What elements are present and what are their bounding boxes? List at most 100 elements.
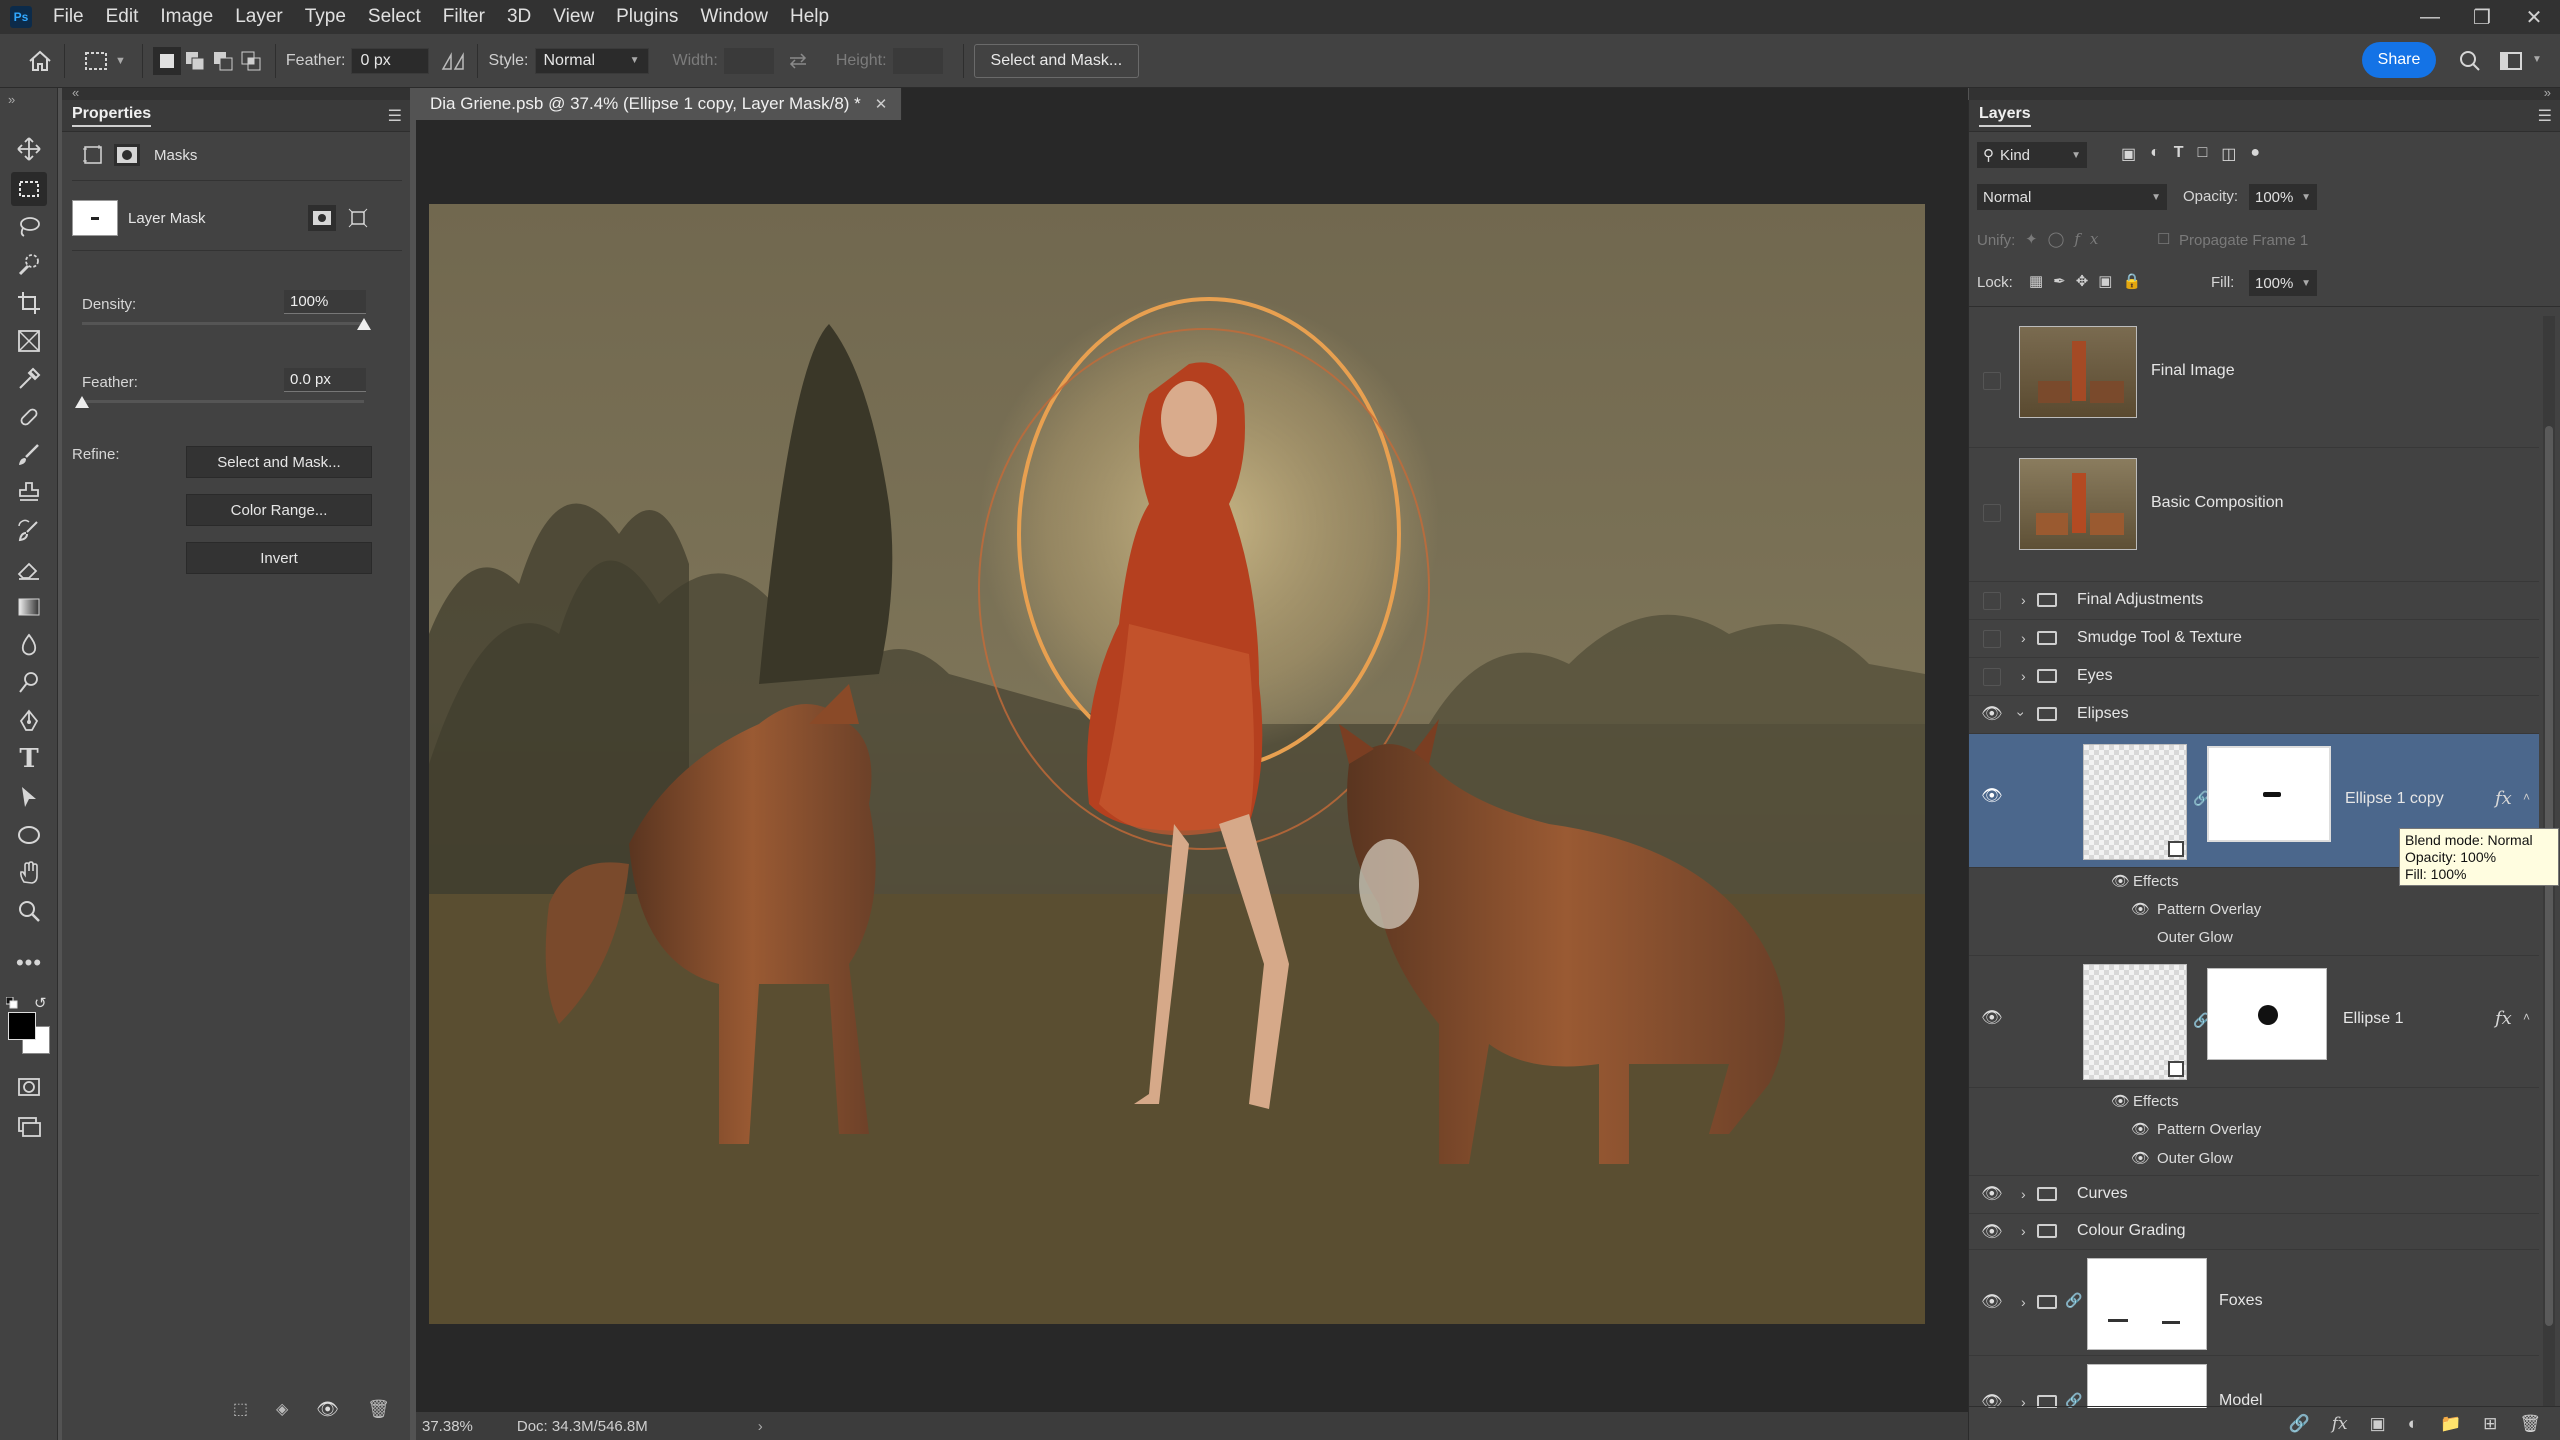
eye-icon[interactable]: 👁 (2131, 900, 2150, 918)
visibility-toggle[interactable] (1983, 372, 2001, 390)
document-tab[interactable]: Dia Griene.psb @ 37.4% (Ellipse 1 copy, … (416, 88, 903, 120)
eye-icon[interactable]: 👁 (1981, 1184, 2003, 1206)
menu-file[interactable]: File (42, 0, 95, 34)
layer-mask-thumbnail[interactable] (2087, 1258, 2207, 1350)
fx-icon[interactable]: fx (2495, 788, 2512, 809)
history-brush-icon[interactable] (11, 514, 47, 548)
anti-alias-icon[interactable] (439, 47, 467, 75)
menu-image[interactable]: Image (149, 0, 224, 34)
subtract-selection-icon[interactable] (209, 47, 237, 75)
restore-icon[interactable]: ❐ (2456, 0, 2508, 34)
pen-icon[interactable] (11, 704, 47, 738)
menu-select[interactable]: Select (357, 0, 432, 34)
density-slider-track[interactable] (82, 322, 364, 325)
menu-type[interactable]: Type (294, 0, 357, 34)
outer-glow-effect[interactable]: Outer Glow (2157, 929, 2233, 946)
group-eyes[interactable]: › Eyes (1969, 658, 2539, 696)
search-icon[interactable] (2456, 47, 2484, 75)
foreground-color-swatch[interactable] (8, 1012, 36, 1040)
group-foxes[interactable]: 👁 › 🔗 Foxes (1969, 1250, 2539, 1356)
density-input[interactable]: 100% (284, 290, 366, 314)
group-curves[interactable]: 👁 › Curves (1969, 1176, 2539, 1214)
outer-glow-effect[interactable]: Outer Glow (2157, 1150, 2233, 1167)
doc-size[interactable]: Doc: 34.3M/546.8M (517, 1418, 648, 1435)
group-elipses[interactable]: 👁 › Elipses (1969, 696, 2539, 734)
healing-brush-icon[interactable] (11, 400, 47, 434)
layer-final-image[interactable]: Final Image (1969, 316, 2539, 448)
marquee-preset-icon[interactable] (83, 47, 111, 75)
trash-icon[interactable]: 🗑 (367, 1399, 390, 1420)
new-selection-icon[interactable] (152, 46, 181, 75)
zoom-icon[interactable] (11, 894, 47, 928)
layers-title[interactable]: Layers (1979, 105, 2031, 127)
workspace-icon[interactable] (2498, 47, 2526, 75)
chevron-right-icon[interactable]: › (2021, 592, 2026, 608)
chevron-right-icon[interactable]: › (2021, 1294, 2026, 1310)
blur-icon[interactable] (11, 628, 47, 662)
add-style-icon[interactable]: fx (2332, 1414, 2348, 1434)
group-model[interactable]: 👁 › 🔗 Model (1969, 1356, 2539, 1408)
document-image[interactable] (429, 204, 1925, 1324)
opacity-input[interactable]: 100% ▼ (2249, 184, 2317, 210)
add-selection-icon[interactable] (181, 47, 209, 75)
lasso-icon[interactable] (11, 210, 47, 244)
chevron-right-icon[interactable]: › (2021, 1223, 2026, 1239)
eye-icon[interactable]: 👁 (1981, 704, 2003, 726)
brush-icon[interactable] (11, 438, 47, 472)
type-filter-icon[interactable]: T (2174, 144, 2184, 164)
move-tool-icon[interactable] (11, 132, 47, 166)
eye-icon[interactable]: 👁 (1981, 786, 2003, 808)
screen-mode-icon[interactable] (11, 1110, 47, 1144)
quick-mask-icon[interactable] (11, 1070, 47, 1104)
feather-input[interactable]: 0.0 px (284, 368, 366, 392)
adjustment-layer-icon[interactable]: ◐ (2408, 1414, 2418, 1434)
eye-icon[interactable]: 👁 (2131, 1120, 2150, 1138)
rectangular-marquee-icon[interactable] (11, 172, 47, 206)
close-icon[interactable]: ✕ (875, 95, 888, 113)
minimize-icon[interactable]: — (2404, 0, 2456, 34)
dodge-icon[interactable] (11, 666, 47, 700)
fx-icon[interactable]: fx (2495, 1008, 2512, 1029)
layer-mask-thumbnail[interactable] (2087, 1364, 2207, 1408)
chevron-down-icon[interactable]: ▼ (115, 55, 126, 67)
link-layers-icon[interactable]: 🔗 (2289, 1414, 2310, 1434)
filter-kind-select[interactable]: ⚲ Kind ▼ (1977, 142, 2087, 168)
eye-icon[interactable]: 👁 (2131, 1149, 2150, 1167)
adjustment-filter-icon[interactable]: ◐ (2150, 144, 2160, 164)
home-icon[interactable] (26, 47, 54, 75)
feather-input[interactable]: 0 px (351, 47, 430, 74)
menu-layer[interactable]: Layer (224, 0, 294, 34)
layer-mask-thumbnail[interactable] (2207, 746, 2331, 842)
group-final-adjustments[interactable]: › Final Adjustments (1969, 582, 2539, 620)
expand-icon[interactable]: » (8, 92, 15, 107)
select-and-mask-button[interactable]: Select and Mask... (186, 446, 372, 478)
path-selection-icon[interactable] (11, 780, 47, 814)
layer-thumbnail[interactable] (2083, 744, 2187, 860)
eye-icon[interactable]: 👁 (316, 1399, 339, 1420)
eyedropper-icon[interactable] (11, 362, 47, 396)
visibility-toggle[interactable] (1983, 504, 2001, 522)
eye-icon[interactable]: 👁 (1981, 1292, 2003, 1314)
eye-icon[interactable]: 👁 (2111, 1092, 2130, 1110)
more-tools-icon[interactable]: ••• (11, 946, 47, 980)
expand-icon[interactable]: » (2544, 85, 2551, 100)
chevron-right-icon[interactable]: › (2021, 630, 2026, 646)
pixel-filter-icon[interactable]: ▣ (2121, 144, 2136, 164)
frame-icon[interactable] (11, 324, 47, 358)
close-icon[interactable]: ✕ (2508, 0, 2560, 34)
ellipse-tool-icon[interactable] (11, 818, 47, 852)
visibility-toggle[interactable] (1983, 668, 2001, 686)
select-vector-mask-icon[interactable] (344, 205, 372, 231)
layer-basic-composition[interactable]: Basic Composition (1969, 448, 2539, 582)
menu-edit[interactable]: Edit (95, 0, 150, 34)
default-colors-icon[interactable] (5, 996, 18, 1009)
chevron-right-icon[interactable]: › (2021, 1186, 2026, 1202)
panel-menu-icon[interactable]: ☰ (2538, 106, 2552, 126)
feather-slider-thumb[interactable] (75, 396, 89, 408)
quick-selection-icon[interactable] (11, 248, 47, 282)
chevron-right-icon[interactable]: › (758, 1418, 763, 1435)
layer-ellipse-1[interactable]: 👁 🔗 Ellipse 1 fx ˄ (1969, 956, 2539, 1088)
layer-mask-thumbnail[interactable] (2207, 968, 2327, 1060)
gradient-icon[interactable] (11, 590, 47, 624)
menu-view[interactable]: View (542, 0, 605, 34)
